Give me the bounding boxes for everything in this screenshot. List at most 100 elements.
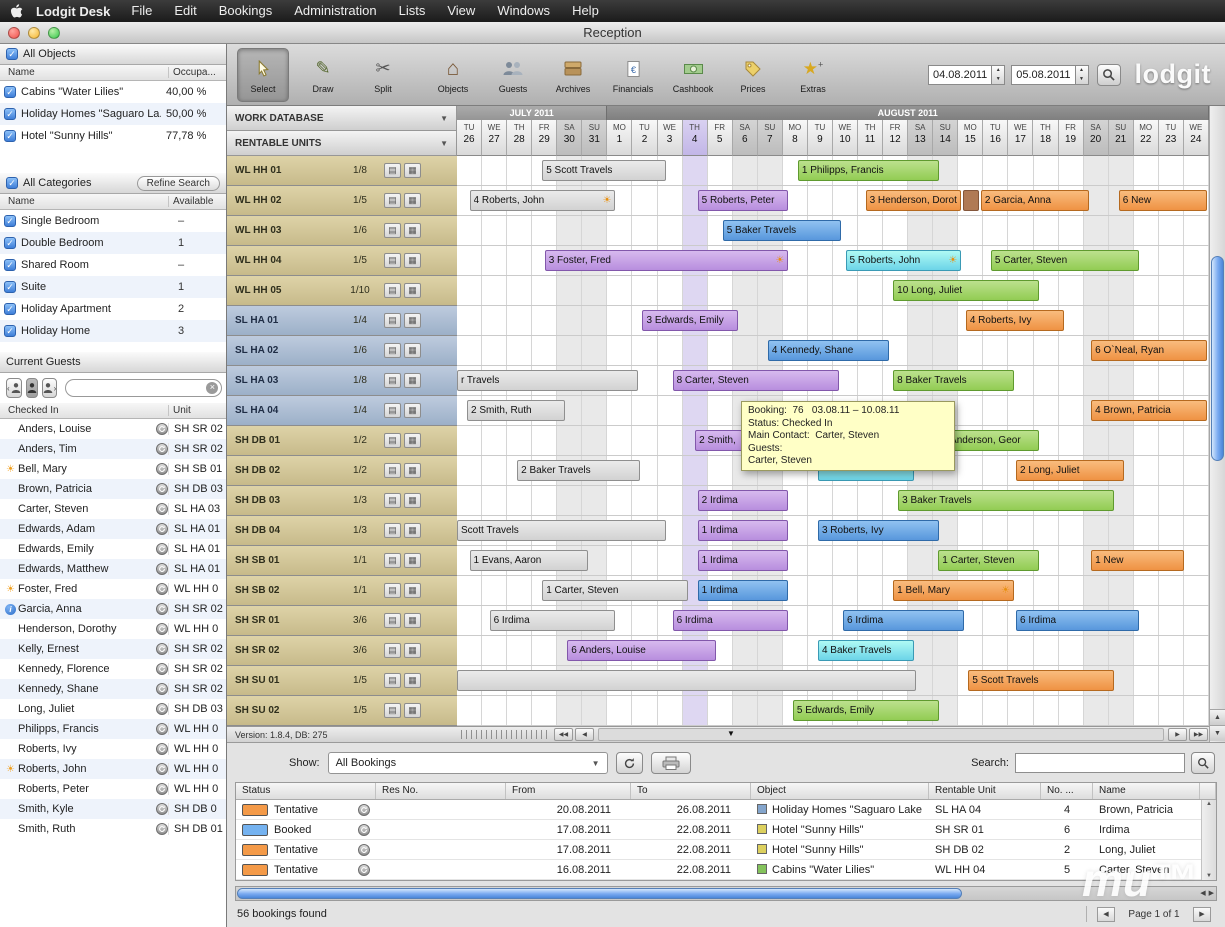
checked-in-row[interactable]: Smith, RuthSH DB 01 [0, 819, 226, 839]
booking-bar[interactable]: 10 Long, Juliet [893, 280, 1039, 301]
category-row[interactable]: ✓Suite1 [0, 276, 226, 298]
scroll-right-button[interactable]: ▶ [1168, 728, 1187, 741]
object-checkbox[interactable]: ✓ [4, 86, 16, 98]
room-list-icon[interactable]: ▦ [404, 463, 421, 478]
checked-in-row[interactable]: iGarcia, AnnaSH SR 02 [0, 599, 226, 619]
day-header[interactable]: WE27 [482, 120, 507, 156]
toolbar-cashbook-button[interactable]: Cashbook [667, 48, 719, 102]
checked-in-row[interactable]: Edwards, AdamSL HA 01 [0, 519, 226, 539]
room-list-icon[interactable]: ▦ [404, 223, 421, 238]
booking-list-row[interactable]: Tentative16.08.201122.08.2011Cabins "Wat… [236, 860, 1216, 880]
booking-bar[interactable] [963, 190, 979, 211]
booking-bar[interactable]: 8 Carter, Steven [673, 370, 839, 391]
status-change-icon[interactable] [358, 844, 370, 856]
status-change-icon[interactable] [358, 804, 370, 816]
refine-search-button[interactable]: Refine Search [137, 176, 220, 191]
room-list-icon[interactable]: ▦ [404, 643, 421, 658]
room-row-wl-hh-02[interactable]: WL HH 021/5▤▦ [227, 186, 457, 216]
room-print-icon[interactable]: ▤ [384, 703, 401, 718]
work-database-bar[interactable]: WORK DATABASE ▼ [227, 106, 457, 131]
room-row-sh-sr-01[interactable]: SH SR 013/6▤▦ [227, 606, 457, 636]
scroll-arrows[interactable]: ◀▶ [1200, 888, 1214, 899]
toolbar-financials-button[interactable]: €Financials [607, 48, 659, 102]
date-from-field[interactable]: 04.08.2011 [928, 65, 992, 85]
room-row-sh-sb-02[interactable]: SH SB 021/1▤▦ [227, 576, 457, 606]
room-row-sh-db-03[interactable]: SH DB 031/3▤▦ [227, 486, 457, 516]
scrollbar-thumb[interactable] [237, 888, 962, 899]
room-row-sl-ha-04[interactable]: SL HA 041/4▤▦ [227, 396, 457, 426]
guest-search-field[interactable]: × [65, 379, 222, 397]
room-row-sh-su-02[interactable]: SH SU 021/5▤▦ [227, 696, 457, 726]
refresh-button[interactable] [616, 752, 643, 774]
date-from-stepper[interactable]: ▲▼ [992, 65, 1005, 85]
object-checkbox[interactable]: ✓ [4, 108, 16, 120]
day-header[interactable]: TH18 [1033, 120, 1058, 156]
booking-bar[interactable]: 2 Irdima [698, 490, 789, 511]
booking-list-row[interactable]: Booked17.08.201122.08.2011Hotel "Sunny H… [236, 820, 1216, 840]
objects-occupancy-column[interactable]: Occupa... [168, 67, 226, 78]
booking-bar[interactable]: 3 Henderson, Dorot [866, 190, 962, 211]
menu-windows[interactable]: Windows [486, 0, 561, 22]
booking-bar[interactable]: 6 O`Neal, Ryan [1091, 340, 1207, 361]
room-print-icon[interactable]: ▤ [384, 643, 401, 658]
checked-in-row[interactable]: Anders, TimSH SR 02 [0, 439, 226, 459]
day-header[interactable]: SU14 [933, 120, 958, 156]
booking-bar[interactable]: 5 Roberts, Peter [698, 190, 789, 211]
booking-bar[interactable]: 4 Brown, Patricia [1091, 400, 1207, 421]
booking-bar[interactable]: 2 Smith, Ruth [467, 400, 565, 421]
booking-bar[interactable]: 1 Irdima [698, 550, 789, 571]
scroll-down-icon[interactable]: ▼ [1210, 725, 1225, 741]
next-page-button[interactable]: ▶ [1193, 907, 1211, 922]
day-header[interactable]: TH4 [683, 120, 708, 156]
booking-bar[interactable]: 5 Scott Travels [968, 670, 1114, 691]
room-print-icon[interactable]: ▤ [384, 583, 401, 598]
column-header-object[interactable]: Object [751, 783, 929, 799]
room-print-icon[interactable]: ▤ [384, 613, 401, 628]
scrollbar-thumb[interactable] [1211, 256, 1224, 461]
day-header[interactable]: WE3 [658, 120, 683, 156]
booking-list-row[interactable]: Tentative20.08.201126.08.2011Holiday Hom… [236, 800, 1216, 820]
room-print-icon[interactable]: ▤ [384, 463, 401, 478]
booking-bar[interactable]: 3 Roberts, Ivy [818, 520, 939, 541]
booking-bar[interactable]: 3 Baker Travels [898, 490, 1114, 511]
room-list-icon[interactable]: ▦ [404, 583, 421, 598]
room-row-sl-ha-03[interactable]: SL HA 031/8▤▦ [227, 366, 457, 396]
day-header[interactable]: MO8 [783, 120, 808, 156]
room-list-icon[interactable]: ▦ [404, 193, 421, 208]
guest-inhouse-button[interactable] [26, 378, 38, 398]
object-row[interactable]: ✓Holiday Homes "Saguaro La...50,00 % [0, 103, 226, 125]
booking-bar[interactable]: r Travels [457, 370, 638, 391]
unit-column[interactable]: Unit [168, 405, 226, 416]
booking-bar[interactable]: 3 Edwards, Emily [642, 310, 738, 331]
scroll-up-icon[interactable]: ▲ [1202, 801, 1216, 807]
booking-bar[interactable]: 1 Bell, Mary☀ [893, 580, 1014, 601]
checked-in-row[interactable]: Carter, StevenSL HA 03 [0, 499, 226, 519]
category-row[interactable]: ✓Holiday Home3 [0, 320, 226, 342]
room-print-icon[interactable]: ▤ [384, 193, 401, 208]
category-checkbox[interactable]: ✓ [4, 215, 16, 227]
room-row-sh-db-02[interactable]: SH DB 021/2▤▦ [227, 456, 457, 486]
checked-in-row[interactable]: Edwards, MatthewSL HA 01 [0, 559, 226, 579]
room-row-wl-hh-04[interactable]: WL HH 041/5▤▦ [227, 246, 457, 276]
checked-in-row[interactable]: Henderson, DorothyWL HH 0 [0, 619, 226, 639]
day-header[interactable]: FR5 [708, 120, 733, 156]
booking-bar[interactable]: 5 Edwards, Emily [793, 700, 939, 721]
booking-bar[interactable]: 1 Carter, Steven [938, 550, 1039, 571]
horizontal-scrollbar[interactable]: Version: 1.8.4, DB: 275 ◀◀ ◀ ▼ ▶ ▶▶ [227, 726, 1209, 742]
day-header[interactable]: TU23 [1159, 120, 1184, 156]
checked-in-row[interactable]: Brown, PatriciaSH DB 03 [0, 479, 226, 499]
checked-in-row[interactable]: ☀Foster, FredWL HH 0 [0, 579, 226, 599]
room-print-icon[interactable]: ▤ [384, 493, 401, 508]
day-header[interactable]: TH28 [507, 120, 532, 156]
room-list-icon[interactable]: ▦ [404, 373, 421, 388]
category-row[interactable]: ✓Holiday Apartment2 [0, 298, 226, 320]
categories-name-column[interactable]: Name [0, 196, 168, 207]
room-list-icon[interactable]: ▦ [404, 253, 421, 268]
app-menu[interactable]: Lodgit Desk [36, 4, 110, 19]
menu-view[interactable]: View [436, 0, 486, 22]
day-header[interactable]: SA13 [908, 120, 933, 156]
checked-in-row[interactable]: Kelly, ErnestSH SR 02 [0, 639, 226, 659]
toolbar-split-button[interactable]: ✂Split [357, 48, 409, 102]
day-header[interactable]: SA30 [557, 120, 582, 156]
category-checkbox[interactable]: ✓ [4, 281, 16, 293]
